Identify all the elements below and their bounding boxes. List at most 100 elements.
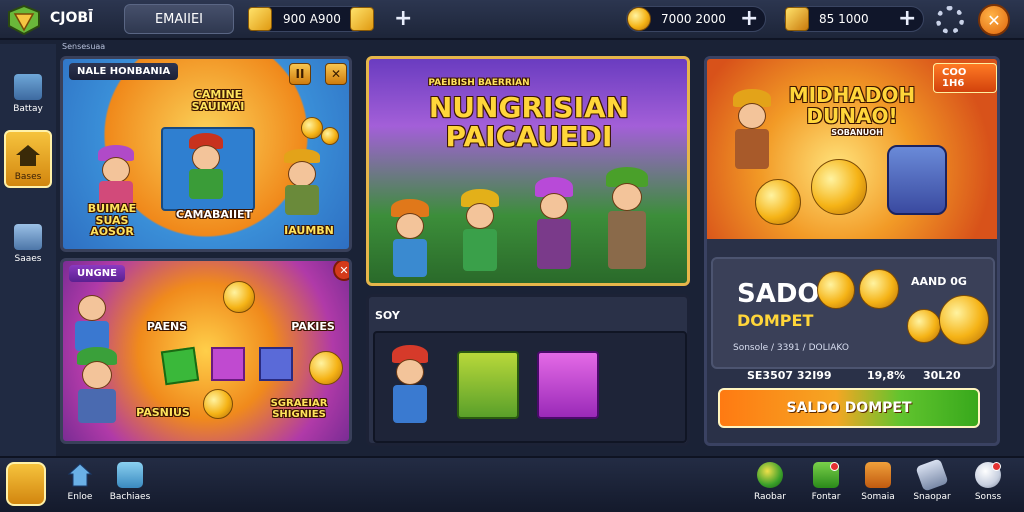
coin-icon: [811, 159, 867, 215]
sidebar-item-label: Saaes: [14, 254, 42, 264]
add-gem-button[interactable]: +: [898, 8, 916, 30]
shop-item-card[interactable]: [457, 351, 519, 419]
store-icon: [14, 224, 42, 250]
gold-cube-icon: [248, 7, 272, 31]
bottom-item-label: Somaia: [861, 492, 895, 502]
character-purple-hat: [529, 177, 579, 277]
house-icon: [67, 463, 93, 487]
sidebar-item-battle[interactable]: Battay: [4, 60, 52, 118]
coin-icon: [817, 271, 855, 309]
shop-strip-label: SOY: [375, 309, 400, 322]
ball-icon: [757, 462, 783, 488]
sidebar: Battay Bases Saaes: [0, 44, 56, 456]
tab-main[interactable]: EMAIIEI: [124, 4, 234, 34]
shop-strip: SOY: [366, 294, 690, 446]
coin-icon: [321, 127, 339, 145]
wallet-banner-title: MIDHADOH DUNAO!: [788, 83, 916, 128]
card-text-b: PAKIES: [291, 320, 335, 333]
coin-icon: [301, 117, 323, 139]
settings-gear-icon[interactable]: [936, 6, 964, 34]
bottom-item-somaia[interactable]: Somaia: [856, 462, 900, 510]
sidebar-item-bases[interactable]: Bases: [4, 130, 52, 188]
bottom-item-snaopar[interactable]: Snaopar: [910, 458, 954, 510]
close-card-button[interactable]: ✕: [325, 63, 347, 85]
coin-icon: [939, 295, 989, 345]
card-item-icon: [160, 346, 200, 386]
saldo-dompet-button[interactable]: SALDO DOMPET: [718, 388, 980, 428]
card-text-right: IAUMBN: [284, 224, 334, 237]
wallet-stat-1: SE3507 32I99: [747, 369, 832, 382]
card-text-top: CAMINE SAUIMAI: [191, 88, 245, 113]
character-yellow-helmet: [455, 189, 505, 279]
wallet-detail-text: Sonsole / 3391 / DOLIAKO: [733, 343, 849, 353]
coin-icon: [907, 309, 941, 343]
card-text-mid: CAMABAIIET: [175, 208, 253, 221]
card-text-a: PAENS: [146, 320, 188, 333]
banner-title: NUNGRISIAN PAICAUEDI: [428, 91, 630, 154]
coin-icon: [755, 179, 801, 225]
battle-icon: [14, 74, 42, 100]
card-item-icon: [259, 347, 293, 381]
home-icon: [16, 145, 40, 166]
bottom-item-label: Bachiaes: [109, 492, 151, 502]
event-card-left-top[interactable]: NALE HONBANIA II ✕ CAMINE SAUIMAI BUIMAE…: [60, 56, 352, 252]
bottom-item-label: Sonss: [974, 492, 1002, 502]
currency-gem-value: 85 1000: [819, 12, 869, 26]
bottom-item-label: Enloe: [67, 492, 93, 502]
coin-icon: [203, 389, 233, 419]
card-tag: NALE HONBANIA: [69, 63, 179, 80]
brand-name: CJOBĪ: [50, 10, 94, 26]
coin-icon: [627, 7, 651, 31]
bottom-item-label: Raobar: [753, 492, 786, 502]
character-green-hat: [599, 167, 655, 277]
coin-icon: [309, 351, 343, 385]
bottom-item-label: Snaopar: [913, 492, 951, 502]
price-tag[interactable]: COO 1H6: [933, 63, 997, 93]
close-card-button[interactable]: ✕: [333, 261, 349, 281]
wallet-stat-3: 30L20: [923, 369, 961, 382]
robot-character: [887, 145, 947, 215]
card-text-left: BUIMAE SUAS AOSOR: [87, 202, 137, 239]
gem-icon: [785, 7, 809, 31]
card-text-d: SGRAEIAR SHIGNIES: [270, 398, 328, 420]
banner-small-title: PAEIBISH BAERRIAN: [428, 78, 530, 88]
character-miner: [277, 149, 327, 219]
coin-icon: [859, 269, 899, 309]
shop-item-card[interactable]: [537, 351, 599, 419]
bottom-item-bachiaes[interactable]: Bachiaes: [108, 462, 152, 510]
wallet-banner-subtitle: SOBANUOH: [831, 128, 883, 137]
menu-badge-icon[interactable]: [6, 462, 46, 506]
gold-cube-icon: [350, 7, 374, 31]
card-item-icon: [211, 347, 245, 381]
add-gold-button[interactable]: +: [394, 8, 412, 30]
pause-button[interactable]: II: [289, 63, 311, 85]
bottom-item-sonss[interactable]: Sonss: [966, 462, 1010, 510]
sword-icon: [915, 458, 949, 492]
sidebar-item-label: Bases: [14, 172, 42, 182]
currency-coin-value: 7000 2000: [661, 12, 726, 26]
close-button[interactable]: ✕: [978, 4, 1010, 36]
bottom-item-raobar[interactable]: Raobar: [748, 462, 792, 510]
bottom-item-enloe[interactable]: Enloe: [58, 462, 102, 510]
add-coin-button[interactable]: +: [740, 8, 758, 30]
event-card-left-bottom[interactable]: UNGNE ✕ PAENS PAKIES PASNIUS SGRAEIAR SH…: [60, 258, 352, 444]
map-icon: [865, 462, 891, 488]
wallet-sado-label: SADO: [737, 279, 820, 309]
character-soldier: [67, 347, 127, 437]
game-logo-icon[interactable]: [6, 4, 42, 36]
featured-event-banner[interactable]: PAEIBISH BAERRIAN NUNGRISIAN PAICAUEDI: [366, 56, 690, 286]
wallet-dompet-label: DOMPET: [737, 311, 814, 330]
wallet-stat-2: 19,8%: [867, 369, 906, 382]
bottom-bar: Enloe Bachiaes Raobar Fontar Somaia Snao…: [0, 456, 1024, 512]
sidebar-item-store[interactable]: Saaes: [4, 210, 52, 268]
bottom-item-label: Fontar: [811, 492, 841, 502]
bottom-item-fontar[interactable]: Fontar: [804, 462, 848, 510]
currency-gold-value: 900 A900: [283, 12, 341, 26]
wallet-aand-label: AAND 0G: [911, 275, 967, 288]
top-bar: CJOBĪ EMAIIEI 900 A900 + 7000 2000 + 85 …: [0, 0, 1024, 40]
shop-item-character[interactable]: [385, 345, 435, 429]
character-miner: [727, 89, 777, 179]
sub-label: Sensesuaa: [62, 42, 106, 51]
sidebar-item-label: Battay: [13, 104, 43, 114]
notification-dot: [992, 462, 1001, 471]
